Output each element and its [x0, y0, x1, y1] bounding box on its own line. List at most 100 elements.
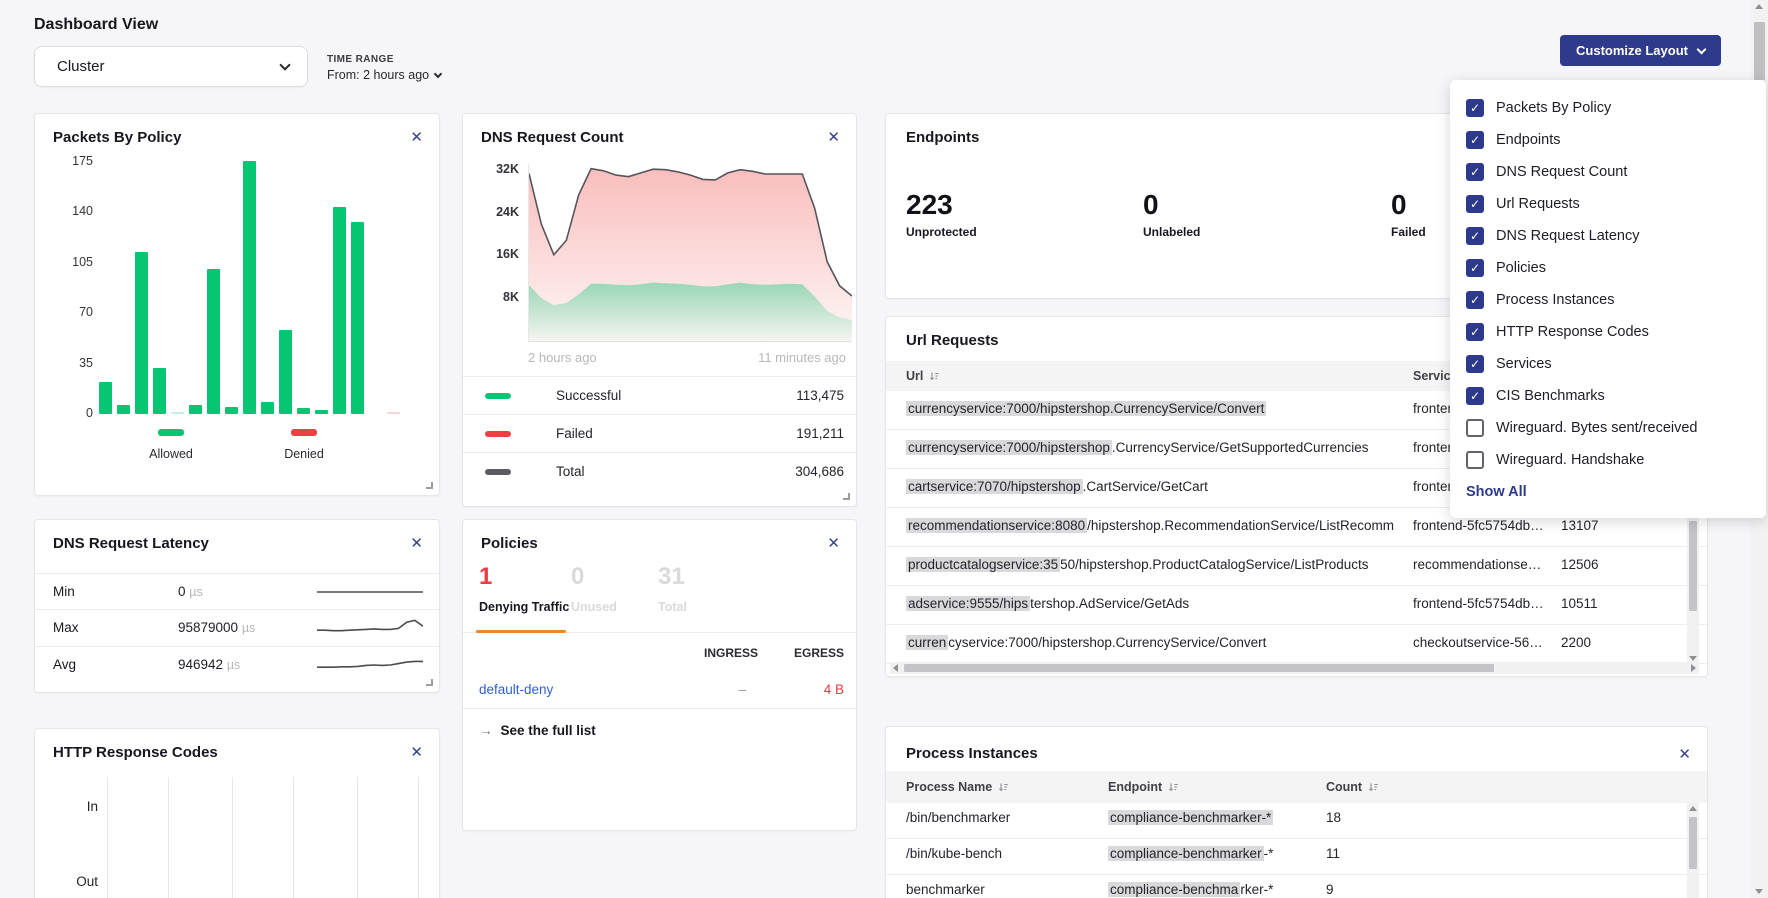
checkbox[interactable]: ✓: [1466, 259, 1484, 277]
resize-handle-icon[interactable]: [843, 493, 850, 500]
process-instances-card: Process Instances ✕ Process Name Endpoin…: [885, 726, 1708, 898]
checkbox[interactable]: ✓: [1466, 355, 1484, 373]
close-icon[interactable]: ✕: [1676, 743, 1693, 765]
latency-label: Min: [53, 584, 75, 599]
scroll-up-icon[interactable]: [1689, 806, 1697, 811]
scrollbar-horizontal[interactable]: [890, 662, 1699, 674]
checkbox[interactable]: ✓: [1466, 291, 1484, 309]
widget-toggle-item[interactable]: ✓Process Instances: [1466, 284, 1766, 316]
checkbox[interactable]: ✓: [1466, 227, 1484, 245]
card-title: HTTP Response Codes: [53, 744, 218, 761]
scroll-down-icon[interactable]: [1755, 889, 1763, 894]
widget-toggle-item[interactable]: ✓HTTP Response Codes: [1466, 316, 1766, 348]
bar-allowed: [351, 222, 364, 414]
scroll-right-icon[interactable]: [1691, 664, 1696, 672]
see-full-list-link[interactable]: → See the full list: [479, 723, 596, 738]
scroll-down-icon[interactable]: [1689, 656, 1697, 661]
table-row[interactable]: /bin/kube-benchcompliance-benchmarker-*1…: [886, 839, 1707, 875]
chevron-down-icon: [434, 70, 442, 78]
legend-row: Failed191,211: [463, 414, 856, 452]
row-label: In: [53, 799, 98, 814]
resize-handle-icon[interactable]: [426, 482, 433, 489]
widget-toggle-item[interactable]: Wireguard. Bytes sent/received: [1466, 412, 1766, 444]
scroll-left-icon[interactable]: [893, 664, 898, 672]
ingress-value: –: [738, 682, 746, 697]
legend-row: Successful113,475: [463, 376, 856, 414]
checkbox-label: DNS Request Count: [1496, 164, 1627, 180]
checkbox-label: Wireguard. Handshake: [1496, 452, 1644, 468]
table-row[interactable]: adservice:9555/hipstershop.AdService/Get…: [886, 586, 1707, 625]
checkbox[interactable]: ✓: [1466, 163, 1484, 181]
packets-by-policy-card: Packets By Policy ✕ 17514010570350 Allow…: [34, 113, 440, 496]
card-title: Policies: [481, 535, 538, 552]
resize-handle-icon[interactable]: [426, 679, 433, 686]
legend-item: Allowed: [131, 423, 211, 461]
widget-toggle-item[interactable]: ✓DNS Request Latency: [1466, 220, 1766, 252]
stat-label: Total: [658, 600, 687, 614]
policies-stat-tab[interactable]: 31Total: [658, 564, 687, 614]
widget-toggle-item[interactable]: ✓CIS Benchmarks: [1466, 380, 1766, 412]
column-header-url[interactable]: Url: [906, 361, 940, 391]
policies-stat-tab[interactable]: 0Unused: [571, 564, 617, 614]
view-select[interactable]: Cluster: [34, 46, 308, 87]
checkbox[interactable]: ✓: [1466, 323, 1484, 341]
chevron-down-icon: [279, 59, 290, 70]
close-icon[interactable]: ✕: [408, 741, 425, 763]
checkbox[interactable]: [1466, 419, 1484, 437]
stat-label: Unprotected: [906, 225, 977, 239]
bar-allowed: [297, 408, 310, 414]
endpoint-stat: 0Unlabeled: [1143, 190, 1200, 239]
column-header-count[interactable]: Count: [1326, 771, 1379, 803]
widget-toggle-item[interactable]: ✓Packets By Policy: [1466, 92, 1766, 124]
scroll-up-icon[interactable]: [1755, 4, 1763, 9]
checkbox[interactable]: [1466, 451, 1484, 469]
bar-allowed: [99, 382, 112, 414]
dashboard-page: Dashboard View Cluster TIME RANGE From: …: [0, 0, 1768, 898]
checkbox[interactable]: ✓: [1466, 131, 1484, 149]
scrollbar-vertical[interactable]: [1687, 803, 1699, 898]
sort-icon[interactable]: [1368, 782, 1379, 793]
sort-icon[interactable]: [929, 371, 940, 382]
checkbox[interactable]: ✓: [1466, 99, 1484, 117]
column-header-endpoint[interactable]: Endpoint: [1108, 771, 1179, 803]
widget-toggle-item[interactable]: ✓Url Requests: [1466, 188, 1766, 220]
widget-toggle-item[interactable]: ✓Services: [1466, 348, 1766, 380]
legend-value: 191,211: [796, 426, 844, 441]
close-icon[interactable]: ✕: [825, 532, 842, 554]
count-cell: 10511: [1561, 596, 1651, 611]
policy-name-link[interactable]: default-deny: [479, 682, 553, 697]
checkbox[interactable]: ✓: [1466, 387, 1484, 405]
widget-toggle-item[interactable]: ✓Endpoints: [1466, 124, 1766, 156]
latency-unit: µs: [189, 585, 202, 599]
y-tick-label: 8K: [481, 290, 519, 304]
checkbox-label: Policies: [1496, 260, 1546, 276]
stat-label: Unused: [571, 600, 617, 614]
close-icon[interactable]: ✕: [408, 532, 425, 554]
active-tab-underline: [476, 630, 566, 633]
bar-allowed: [153, 368, 166, 414]
process-instances-table: /bin/benchmarkercompliance-benchmarker-*…: [886, 803, 1707, 898]
policy-row[interactable]: default-deny – 4 B: [463, 670, 856, 709]
close-icon[interactable]: ✕: [825, 126, 842, 148]
checkbox[interactable]: ✓: [1466, 195, 1484, 213]
time-range-value[interactable]: From: 2 hours ago: [327, 68, 441, 82]
endpoint-stat: 223Unprotected: [906, 190, 977, 239]
table-row[interactable]: /bin/benchmarkercompliance-benchmarker-*…: [886, 803, 1707, 839]
customize-layout-button[interactable]: Customize Layout: [1560, 35, 1721, 66]
policies-stat-tab[interactable]: 1Denying Traffic: [479, 564, 569, 614]
sort-icon[interactable]: [1168, 782, 1179, 793]
column-header-process-name[interactable]: Process Name: [906, 771, 1009, 803]
widget-toggle-item[interactable]: ✓ DNS Request Count: [1466, 156, 1766, 188]
latency-value: 946942 µs: [178, 657, 240, 672]
widget-toggle-item[interactable]: Wireguard. Handshake: [1466, 444, 1766, 476]
latency-row: Min0 µs: [35, 573, 439, 609]
gridline: [418, 777, 419, 898]
table-row[interactable]: currencyservice:7000/hipstershop.Currenc…: [886, 625, 1707, 664]
close-icon[interactable]: ✕: [408, 126, 425, 148]
widget-toggle-item[interactable]: ✓ Policies: [1466, 252, 1766, 284]
show-all-link[interactable]: Show All: [1466, 484, 1527, 500]
table-row[interactable]: productcatalogservice:3550/hipstershop.P…: [886, 547, 1707, 586]
table-row[interactable]: benchmarkercompliance-benchmarker-*9: [886, 875, 1707, 898]
sort-icon[interactable]: [998, 782, 1009, 793]
legend-swatch: [291, 429, 317, 436]
